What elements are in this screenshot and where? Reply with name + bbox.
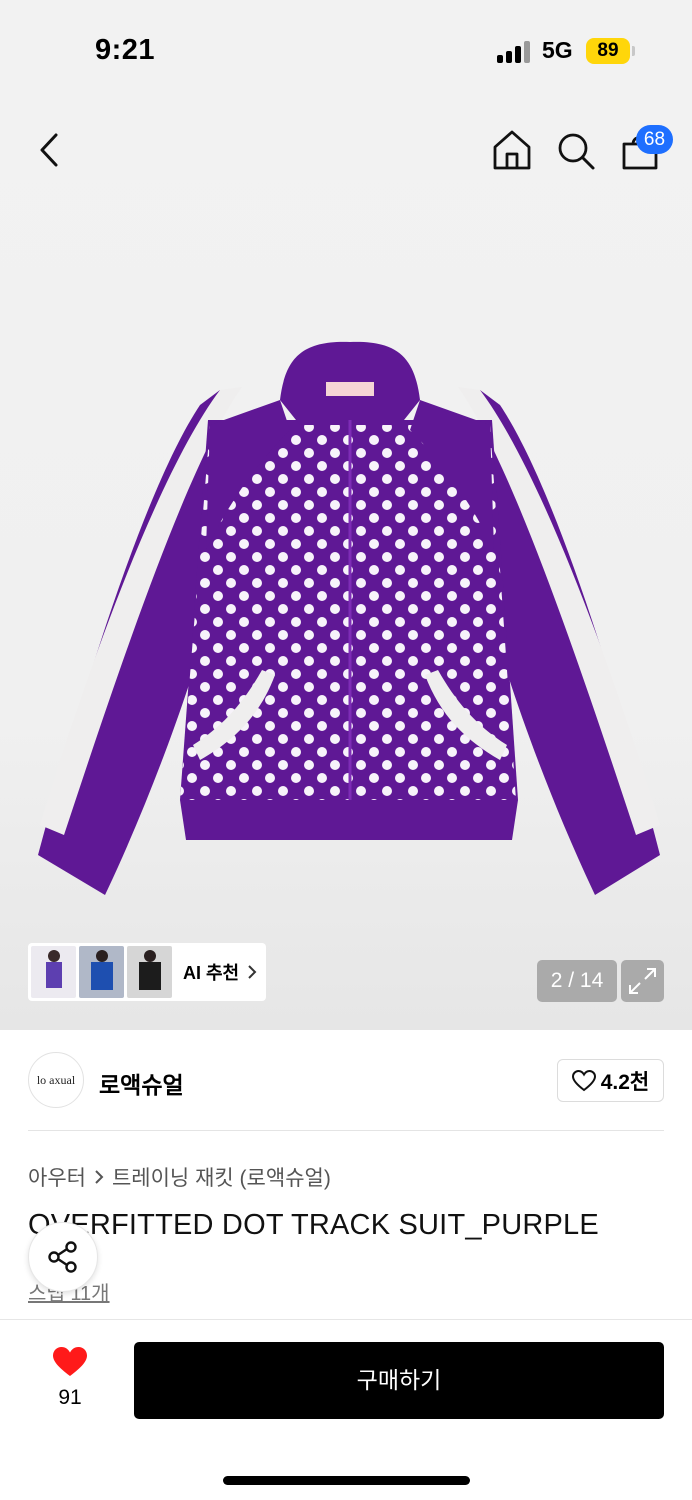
model-thumbnail[interactable] — [31, 946, 76, 998]
heart-filled-icon[interactable] — [52, 1346, 88, 1378]
brand-name[interactable]: 로액슈얼 — [99, 1066, 184, 1100]
home-icon[interactable] — [492, 129, 532, 171]
share-button[interactable] — [28, 1222, 98, 1292]
heart-outline-icon — [571, 1069, 596, 1091]
status-time: 9:21 — [95, 34, 156, 66]
home-indicator — [223, 1476, 470, 1485]
model-thumbnail[interactable] — [127, 946, 172, 998]
product-image[interactable] — [30, 330, 670, 910]
product-title: OVERFITTED DOT TRACK SUIT_PURPLE — [28, 1209, 599, 1241]
cart-count-badge: 68 — [636, 125, 673, 154]
chevron-right-icon — [95, 1170, 104, 1184]
buy-button[interactable]: 구매하기 — [134, 1342, 664, 1419]
signal-icon — [497, 41, 531, 63]
brand-like-button[interactable]: 4.2천 — [557, 1059, 664, 1102]
battery-icon: 89 — [586, 38, 630, 64]
share-icon — [48, 1241, 77, 1273]
divider — [28, 1130, 664, 1131]
brand-logo[interactable]: lo axual — [28, 1052, 84, 1108]
expand-button[interactable] — [621, 960, 664, 1002]
product-like-count: 91 — [58, 1386, 82, 1409]
brand-like-count: 4.2천 — [600, 1070, 650, 1094]
back-icon[interactable] — [36, 131, 64, 169]
chevron-right-icon — [248, 965, 257, 979]
network-label: 5G — [542, 37, 573, 63]
search-icon[interactable] — [556, 131, 596, 171]
ai-recommend-label: AI 추천 — [183, 963, 240, 983]
breadcrumb-item[interactable]: 트레이닝 재킷 (로액슈얼) — [112, 1162, 331, 1192]
model-thumbnail[interactable] — [79, 946, 124, 998]
battery-tip — [632, 46, 635, 56]
expand-icon — [629, 968, 656, 994]
breadcrumb: 아우터 트레이닝 재킷 (로액슈얼) — [28, 1162, 331, 1192]
image-pager: 2 / 14 — [537, 960, 617, 1002]
ai-recommend-chip[interactable]: AI 추천 — [28, 943, 266, 1001]
breadcrumb-item[interactable]: 아우터 — [28, 1162, 86, 1192]
